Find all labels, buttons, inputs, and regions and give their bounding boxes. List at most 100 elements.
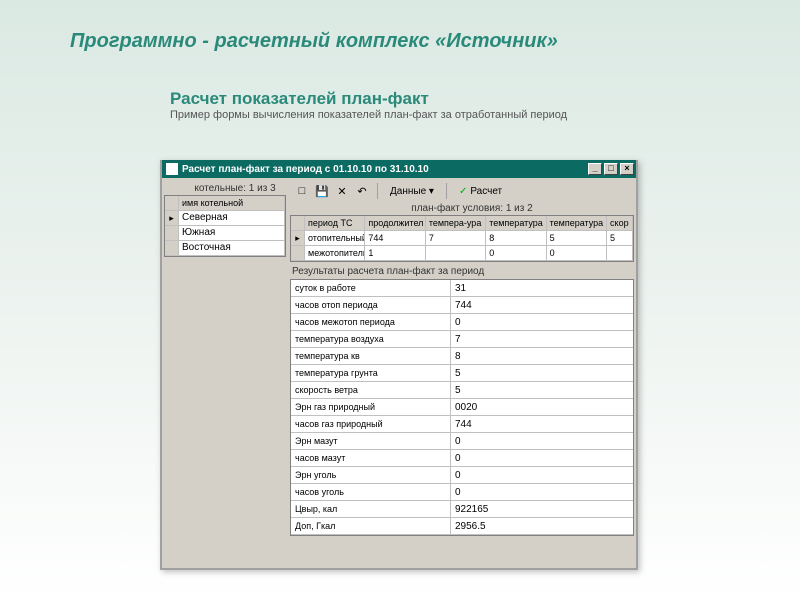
- result-field-value[interactable]: [451, 518, 633, 534]
- result-input[interactable]: [451, 399, 633, 415]
- result-input[interactable]: [451, 348, 633, 364]
- result-input[interactable]: [451, 467, 633, 483]
- page-title: Программно - расчетный комплекс «Источни…: [0, 0, 800, 53]
- result-field-value[interactable]: [451, 433, 633, 449]
- result-input[interactable]: [451, 501, 633, 517]
- tc-cell[interactable]: 0: [547, 246, 607, 261]
- boiler-name[interactable]: Южная: [179, 226, 285, 241]
- result-row: температура грунта: [291, 365, 633, 382]
- boiler-grid[interactable]: имя котельной ▸ Северная Южная Восточная: [164, 195, 286, 257]
- calc-label: Расчет: [470, 186, 502, 197]
- result-row: Доп, Гкал: [291, 518, 633, 535]
- result-input[interactable]: [451, 331, 633, 347]
- result-input[interactable]: [451, 484, 633, 500]
- right-pane: □ 💾 ✕ ↶ Данные ▾ ✓ Расчет план-факт усло…: [288, 178, 636, 568]
- new-icon[interactable]: □: [294, 183, 310, 199]
- result-field-value[interactable]: [451, 416, 633, 432]
- save-icon[interactable]: 💾: [314, 183, 330, 199]
- result-input[interactable]: [451, 518, 633, 534]
- result-field-value[interactable]: [451, 314, 633, 330]
- result-field-value[interactable]: [451, 382, 633, 398]
- tc-cell[interactable]: 0: [486, 246, 546, 261]
- tc-cell[interactable]: отопительный: [305, 231, 365, 246]
- result-row: Эрн газ природный: [291, 399, 633, 416]
- result-field-name: Эрн мазут: [291, 433, 451, 449]
- tc-header: скор: [607, 216, 633, 231]
- result-row: Цвыр, кал: [291, 501, 633, 518]
- result-input[interactable]: [451, 433, 633, 449]
- result-field-name: Доп, Гкал: [291, 518, 451, 534]
- boiler-name[interactable]: Восточная: [179, 241, 285, 256]
- app-window: Расчет план-факт за период с 01.10.10 по…: [160, 160, 638, 570]
- result-field-name: Эрн газ природный: [291, 399, 451, 415]
- row-marker: ▸: [291, 231, 305, 246]
- toolbar-separator: [377, 183, 378, 199]
- results-label: Результаты расчета план-факт за период: [290, 262, 634, 279]
- tc-cell[interactable]: [607, 246, 633, 261]
- result-row: часов уголь: [291, 484, 633, 501]
- maximize-button[interactable]: □: [604, 163, 618, 175]
- tc-header: температура: [486, 216, 546, 231]
- tc-cell[interactable]: 5: [547, 231, 607, 246]
- result-input[interactable]: [451, 382, 633, 398]
- result-input[interactable]: [451, 450, 633, 466]
- boiler-header: имя котельной: [179, 196, 285, 211]
- result-field-name: суток в работе: [291, 280, 451, 296]
- result-field-name: температура воздуха: [291, 331, 451, 347]
- result-field-value[interactable]: [451, 399, 633, 415]
- left-pane: котельные: 1 из 3 имя котельной ▸ Северн…: [162, 178, 288, 568]
- result-field-name: Эрн уголь: [291, 467, 451, 483]
- result-input[interactable]: [451, 280, 633, 296]
- tc-cell[interactable]: межотопительный: [305, 246, 365, 261]
- result-field-value[interactable]: [451, 450, 633, 466]
- calc-button[interactable]: ✓ Расчет: [454, 182, 507, 200]
- tc-counter: план-факт условия: 1 из 2: [290, 202, 634, 215]
- boiler-name[interactable]: Северная: [179, 211, 285, 226]
- result-input[interactable]: [451, 416, 633, 432]
- toolbar: □ 💾 ✕ ↶ Данные ▾ ✓ Расчет: [290, 180, 634, 202]
- table-row[interactable]: Южная: [165, 226, 285, 241]
- result-field-value[interactable]: [451, 331, 633, 347]
- result-row: Эрн уголь: [291, 467, 633, 484]
- section-title: Расчет показателей план-факт: [0, 53, 800, 109]
- tc-cell[interactable]: 744: [365, 231, 425, 246]
- tc-cell[interactable]: 5: [607, 231, 633, 246]
- table-row[interactable]: Восточная: [165, 241, 285, 256]
- titlebar[interactable]: Расчет план-факт за период с 01.10.10 по…: [162, 160, 636, 178]
- result-input[interactable]: [451, 297, 633, 313]
- result-input[interactable]: [451, 314, 633, 330]
- result-field-value[interactable]: [451, 467, 633, 483]
- section-subtitle: Пример формы вычисления показателей план…: [0, 109, 800, 127]
- result-field-value[interactable]: [451, 484, 633, 500]
- tc-header: период ТС: [305, 216, 365, 231]
- result-field-value[interactable]: [451, 365, 633, 381]
- results-grid: суток в работечасов отоп периодачасов ме…: [290, 279, 634, 536]
- table-row[interactable]: ▸ отопительный 744 7 8 5 5: [291, 231, 633, 246]
- row-marker: ▸: [165, 211, 179, 226]
- data-dropdown[interactable]: Данные ▾: [385, 182, 439, 200]
- table-row[interactable]: ▸ Северная: [165, 211, 285, 226]
- minimize-button[interactable]: _: [588, 163, 602, 175]
- result-field-value[interactable]: [451, 297, 633, 313]
- tc-cell[interactable]: 7: [426, 231, 486, 246]
- close-button[interactable]: ×: [620, 163, 634, 175]
- result-row: температура кв: [291, 348, 633, 365]
- tc-cell[interactable]: 8: [486, 231, 546, 246]
- tc-cell[interactable]: 1: [365, 246, 425, 261]
- table-row[interactable]: межотопительный 1 0 0: [291, 246, 633, 261]
- result-row: часов межотоп периода: [291, 314, 633, 331]
- tc-header: температура: [547, 216, 607, 231]
- tc-grid[interactable]: период ТС продолжител темпера-ура темпер…: [290, 215, 634, 262]
- undo-icon[interactable]: ↶: [354, 183, 370, 199]
- result-field-value[interactable]: [451, 348, 633, 364]
- row-marker: [165, 241, 179, 256]
- check-icon: ✓: [459, 186, 467, 197]
- result-row: суток в работе: [291, 280, 633, 297]
- delete-icon[interactable]: ✕: [334, 183, 350, 199]
- result-input[interactable]: [451, 365, 633, 381]
- result-row: Эрн мазут: [291, 433, 633, 450]
- grid-corner: [291, 216, 305, 231]
- result-field-value[interactable]: [451, 280, 633, 296]
- tc-cell[interactable]: [426, 246, 486, 261]
- result-field-value[interactable]: [451, 501, 633, 517]
